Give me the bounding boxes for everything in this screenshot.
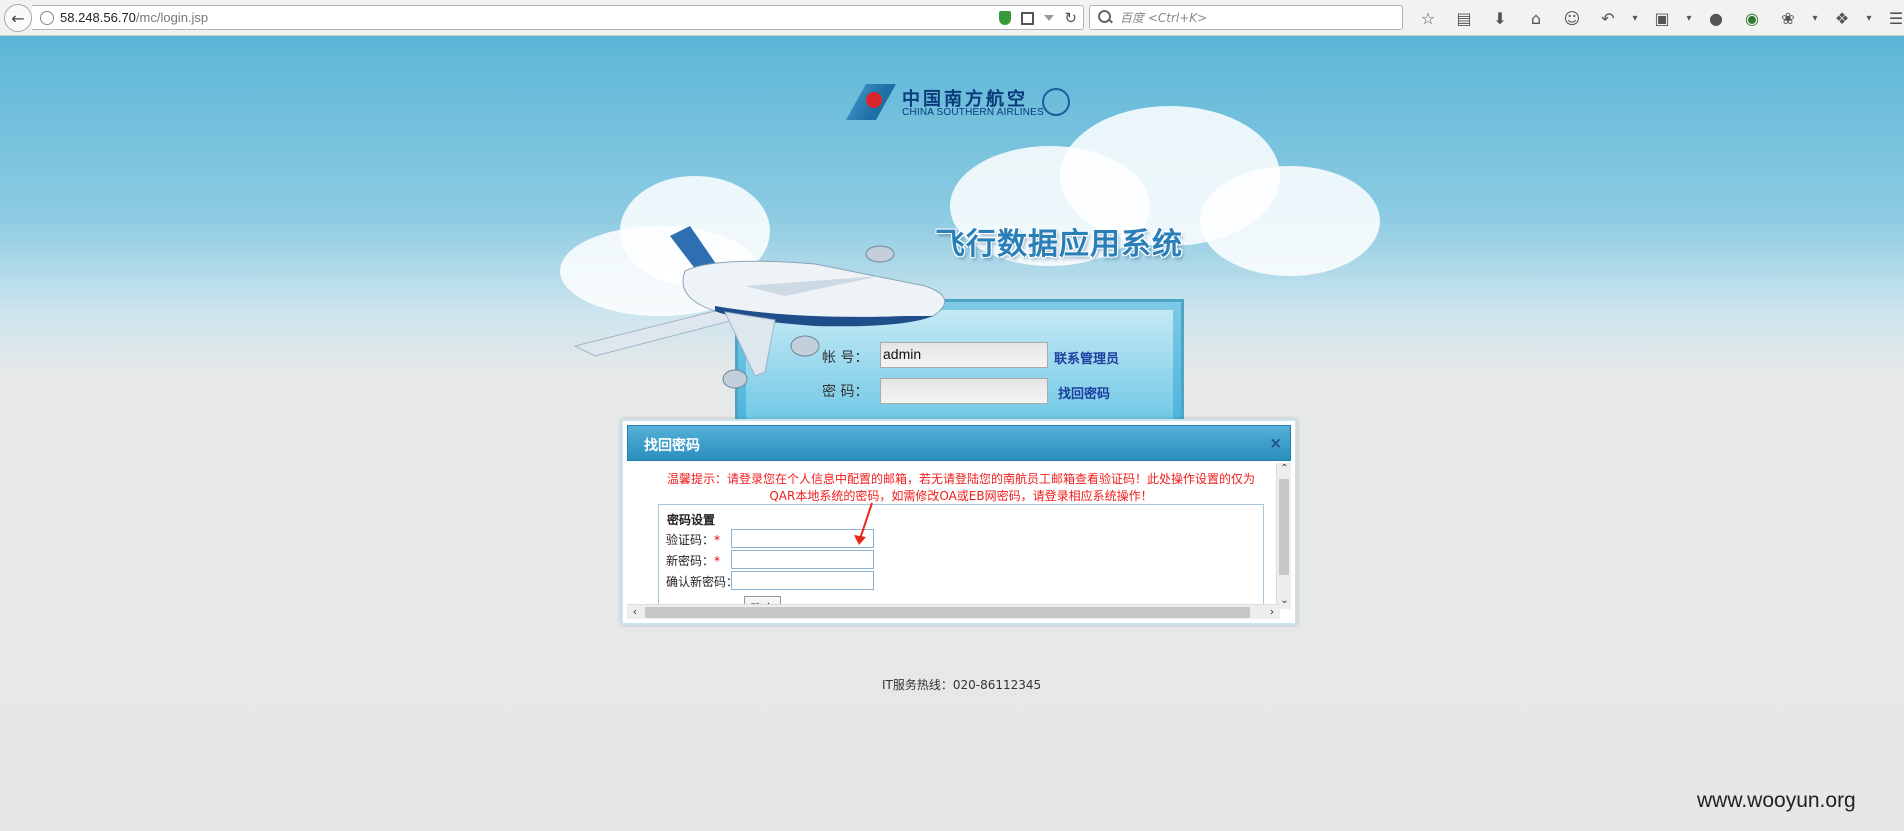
url-path: /mc/login.jsp: [135, 10, 209, 25]
reading-list-icon[interactable]: ▤: [1446, 9, 1482, 28]
download-icon[interactable]: ⬇: [1482, 9, 1518, 28]
airplane-image: [573, 226, 946, 389]
password-label: 密 码：: [822, 384, 869, 400]
find-password-link[interactable]: 找回密码: [1058, 383, 1110, 402]
required-mark: *: [714, 554, 721, 568]
warning-line-2: QAR本地系统的密码，如需修改OA或EB网密码，请登录相应系统操作！: [769, 489, 1153, 503]
scroll-thumb[interactable]: [645, 607, 1250, 618]
password-input[interactable]: [880, 378, 1048, 404]
plugin-icon[interactable]: ❀: [1770, 9, 1806, 28]
dropdown-arrow-icon[interactable]: ▾: [1626, 13, 1644, 24]
vertical-scrollbar[interactable]: ⌃ ⌄: [1276, 463, 1291, 609]
search-placeholder: 百度 <Ctrl+K>: [1120, 11, 1208, 25]
crop-icon[interactable]: ▣: [1644, 9, 1680, 28]
address-bar[interactable]: 58.248.56.70/mc/login.jsp ↻: [32, 5, 1084, 30]
home-icon[interactable]: ⌂: [1518, 9, 1554, 28]
extension-icon[interactable]: ◉: [1734, 9, 1770, 28]
url-host: 58.248.56.70: [60, 10, 136, 25]
annotation-arrow-icon: [854, 502, 873, 545]
it-hotline: IT服务热线：020-86112345: [882, 678, 1042, 692]
menu-icon[interactable]: ☰: [1878, 9, 1904, 28]
scroll-thumb[interactable]: [1279, 479, 1289, 575]
bookmark-star-icon[interactable]: ☆: [1410, 9, 1446, 28]
fieldset-legend: 密码设置: [665, 511, 718, 528]
message-icon[interactable]: ●: [1698, 9, 1734, 28]
find-password-dialog: 找回密码 × 温馨提示：请登录您在个人信息中配置的邮箱，若无请登陆您的南航员工邮…: [621, 419, 1297, 625]
qr-code-icon[interactable]: [1021, 11, 1035, 25]
browser-toolbar-icons: ☆ ▤ ⬇ ⌂ ☺ ↶ ▾ ▣ ▾ ● ◉ ❀ ▾ ❖ ▾ ☰: [1410, 6, 1904, 30]
dropdown-arrow-icon[interactable]: ▾: [1680, 13, 1698, 24]
dropdown-arrow-icon[interactable]: ▾: [1806, 13, 1824, 24]
shield-icon[interactable]: [999, 11, 1012, 25]
new-password-input[interactable]: [731, 550, 874, 569]
verification-code-label-text: 验证码：: [666, 533, 715, 547]
scroll-left-icon[interactable]: ‹: [627, 605, 643, 619]
dialog-title: 找回密码: [644, 438, 700, 454]
dropdown-arrow-icon[interactable]: [1044, 15, 1055, 21]
required-mark: *: [714, 533, 721, 547]
brand-en: CHINA SOUTHERN AIRLINES: [902, 107, 1044, 118]
search-icon: [1098, 9, 1114, 26]
dialog-header: 找回密码 ×: [627, 425, 1291, 461]
contact-admin-link[interactable]: 联系管理员: [1054, 348, 1119, 367]
browser-toolbar: ← 58.248.56.70/mc/login.jsp ↻ 百度 <Ctrl+K…: [0, 0, 1904, 36]
scroll-up-icon[interactable]: ⌃: [1277, 463, 1291, 477]
new-password-label: 新密码：*: [666, 552, 720, 569]
chat-icon[interactable]: ☺: [1554, 9, 1590, 28]
dialog-body: 温馨提示：请登录您在个人信息中配置的邮箱，若无请登陆您的南航员工邮箱查看验证码！…: [627, 463, 1291, 619]
url-bar-icons: ↻: [999, 8, 1077, 28]
watermark: www.wooyun.org: [1697, 789, 1856, 812]
warning-text: 温馨提示：请登录您在个人信息中配置的邮箱，若无请登陆您的南航员工邮箱查看验证码！…: [661, 471, 1261, 505]
account-input[interactable]: admin: [880, 342, 1048, 368]
reload-icon[interactable]: ↻: [1064, 9, 1077, 27]
translate-icon[interactable]: ❖: [1824, 9, 1860, 28]
app-title: 飞行数据应用系统: [935, 227, 1183, 262]
kapok-flower-icon: [866, 92, 882, 108]
verification-code-label: 验证码：*: [666, 531, 720, 548]
skyteam-icon: [1042, 88, 1070, 116]
close-icon[interactable]: ×: [1269, 434, 1282, 452]
new-password-label-text: 新密码：: [666, 554, 715, 568]
scroll-right-icon[interactable]: ›: [1264, 605, 1280, 619]
search-bar[interactable]: 百度 <Ctrl+K>: [1089, 5, 1403, 30]
undo-icon[interactable]: ↶: [1590, 9, 1626, 28]
back-arrow-icon[interactable]: ←: [4, 4, 32, 32]
warning-line-1: 温馨提示：请登录您在个人信息中配置的邮箱，若无请登陆您的南航员工邮箱查看验证码！…: [666, 472, 1255, 486]
horizontal-scrollbar[interactable]: ‹ ›: [627, 604, 1280, 619]
confirm-password-input[interactable]: [731, 571, 874, 590]
url-text[interactable]: 58.248.56.70/mc/login.jsp: [60, 10, 208, 25]
confirm-password-label-text: 确认新密码：: [666, 575, 739, 589]
china-southern-logo: 中国南方航空 CHINA SOUTHERN AIRLINES: [846, 84, 1074, 124]
globe-icon: [40, 10, 54, 25]
dropdown-arrow-icon[interactable]: ▾: [1860, 13, 1878, 24]
account-label: 帐 号：: [822, 350, 869, 366]
